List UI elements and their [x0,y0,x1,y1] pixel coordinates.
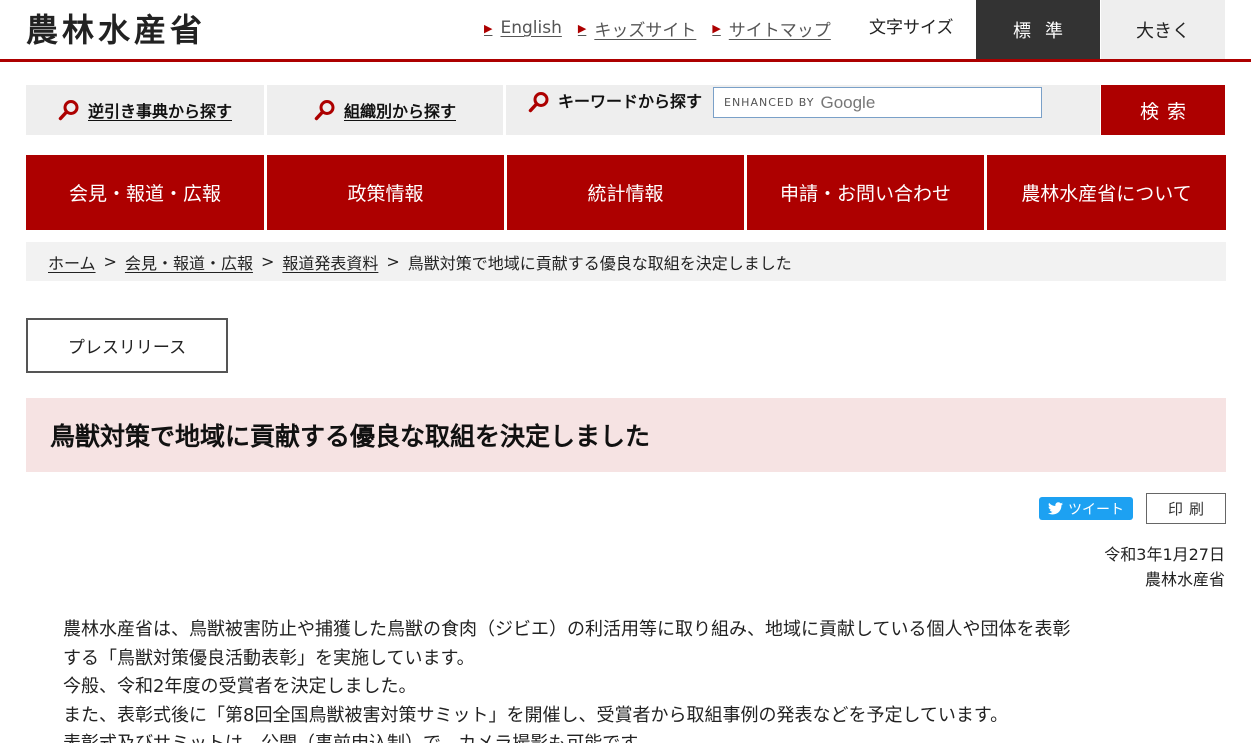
page-title: 鳥獣対策で地域に貢献する優良な取組を決定しました [50,422,651,451]
reverse-dictionary-search-tab[interactable]: 逆引き事典から探す [26,85,264,135]
nav-item-application[interactable]: 申請・お問い合わせ [747,155,984,230]
font-size-standard-button[interactable]: 標準 [976,0,1100,59]
keyword-search-label: キーワードから探す [528,91,702,113]
body-paragraph: 今般、令和2年度の受賞者を決定しました。 [63,676,417,697]
arrow-right-icon: ▶ [712,21,721,35]
search-input[interactable]: ENHANCED BY Google [713,87,1042,118]
arrow-right-icon: ▶ [577,21,587,35]
breadcrumb-separator: > [386,252,400,271]
press-release-badge: プレスリリース [26,318,228,373]
utility-links: ▶ English ▶ キッズサイト ▶ サイトマップ [484,16,847,41]
tweet-label: ツイート [1068,501,1124,518]
twitter-bird-icon [1048,502,1063,515]
kids-site-link[interactable]: ▶ キッズサイト [578,16,696,41]
breadcrumb-current: 鳥獣対策で地域に貢献する優良な取組を決定しました [407,253,792,273]
keyword-search-area: キーワードから探す ENHANCED BY Google [506,85,1100,135]
article-body: 農林水産省は、鳥獣被害防止や捕獲した鳥獣の食肉（ジビエ）の利活用等に取り組み、地… [63,616,1203,743]
breadcrumb-press-releases[interactable]: 報道発表資料 [282,250,378,274]
site-logo[interactable]: 農林水産省 [26,10,206,50]
arrow-right-icon: ▶ [484,21,493,35]
body-paragraph: 表彰式及びサミットは、公開（事前申込制）で、カメラ撮影も可能です。 [63,730,1203,743]
breadcrumb-separator: > [103,252,117,271]
nav-item-policy[interactable]: 政策情報 [267,155,504,230]
release-date: 令和3年1月27日 [1104,545,1225,564]
organization-search-tab[interactable]: 組織別から探す [267,85,503,135]
nav-item-about[interactable]: 農林水産省について [987,155,1226,230]
enhanced-by-text: ENHANCED BY [724,96,815,109]
breadcrumb: ホーム > 会見・報道・広報 > 報道発表資料 > 鳥獣対策で地域に貢献する優良… [26,242,1226,281]
release-meta: 令和3年1月27日 農林水産省 [1104,542,1225,592]
body-paragraph: 農林水産省は、鳥獣被害防止や捕獲した鳥獣の食肉（ジビエ）の利活用等に取り組み、地… [63,619,1071,640]
page-title-box: 鳥獣対策で地域に貢献する優良な取組を決定しました [26,398,1226,472]
breadcrumb-separator: > [260,252,275,271]
font-size-label: 文字サイズ [869,18,954,38]
body-paragraph: また、表彰式後に「第8回全国鳥獣被害対策サミット」を開催し、受賞者から取組事例の… [63,704,1009,726]
site-header: 農林水産省 ▶ English ▶ キッズサイト ▶ サイトマップ 文字サイズ 標準 … [0,0,1251,62]
print-button[interactable]: 印刷 [1146,493,1226,524]
organization-search-label: 組織別から探す [343,102,456,121]
breadcrumb-press[interactable]: 会見・報道・広報 [125,250,253,274]
tweet-button[interactable]: ツイート [1039,497,1133,520]
search-icon [528,91,550,113]
reverse-dictionary-label: 逆引き事典から探す [87,102,232,121]
search-button[interactable]: 検索 [1101,85,1225,135]
google-logo: Google [820,92,876,112]
english-link[interactable]: ▶ English [484,18,562,38]
release-org: 農林水産省 [1144,570,1225,589]
font-size-large-button[interactable]: 大きく [1101,0,1225,59]
global-nav: 会見・報道・広報 政策情報 統計情報 申請・お問い合わせ 農林水産省について [26,155,1226,230]
search-icon [58,99,80,121]
search-icon [314,99,336,121]
body-paragraph: する「鳥獣対策優良活動表彰」を実施しています。 [63,647,475,669]
breadcrumb-home[interactable]: ホーム [48,250,96,274]
sitemap-link[interactable]: ▶ サイトマップ [712,16,830,41]
nav-item-statistics[interactable]: 統計情報 [507,155,744,230]
nav-item-press[interactable]: 会見・報道・広報 [26,155,264,230]
